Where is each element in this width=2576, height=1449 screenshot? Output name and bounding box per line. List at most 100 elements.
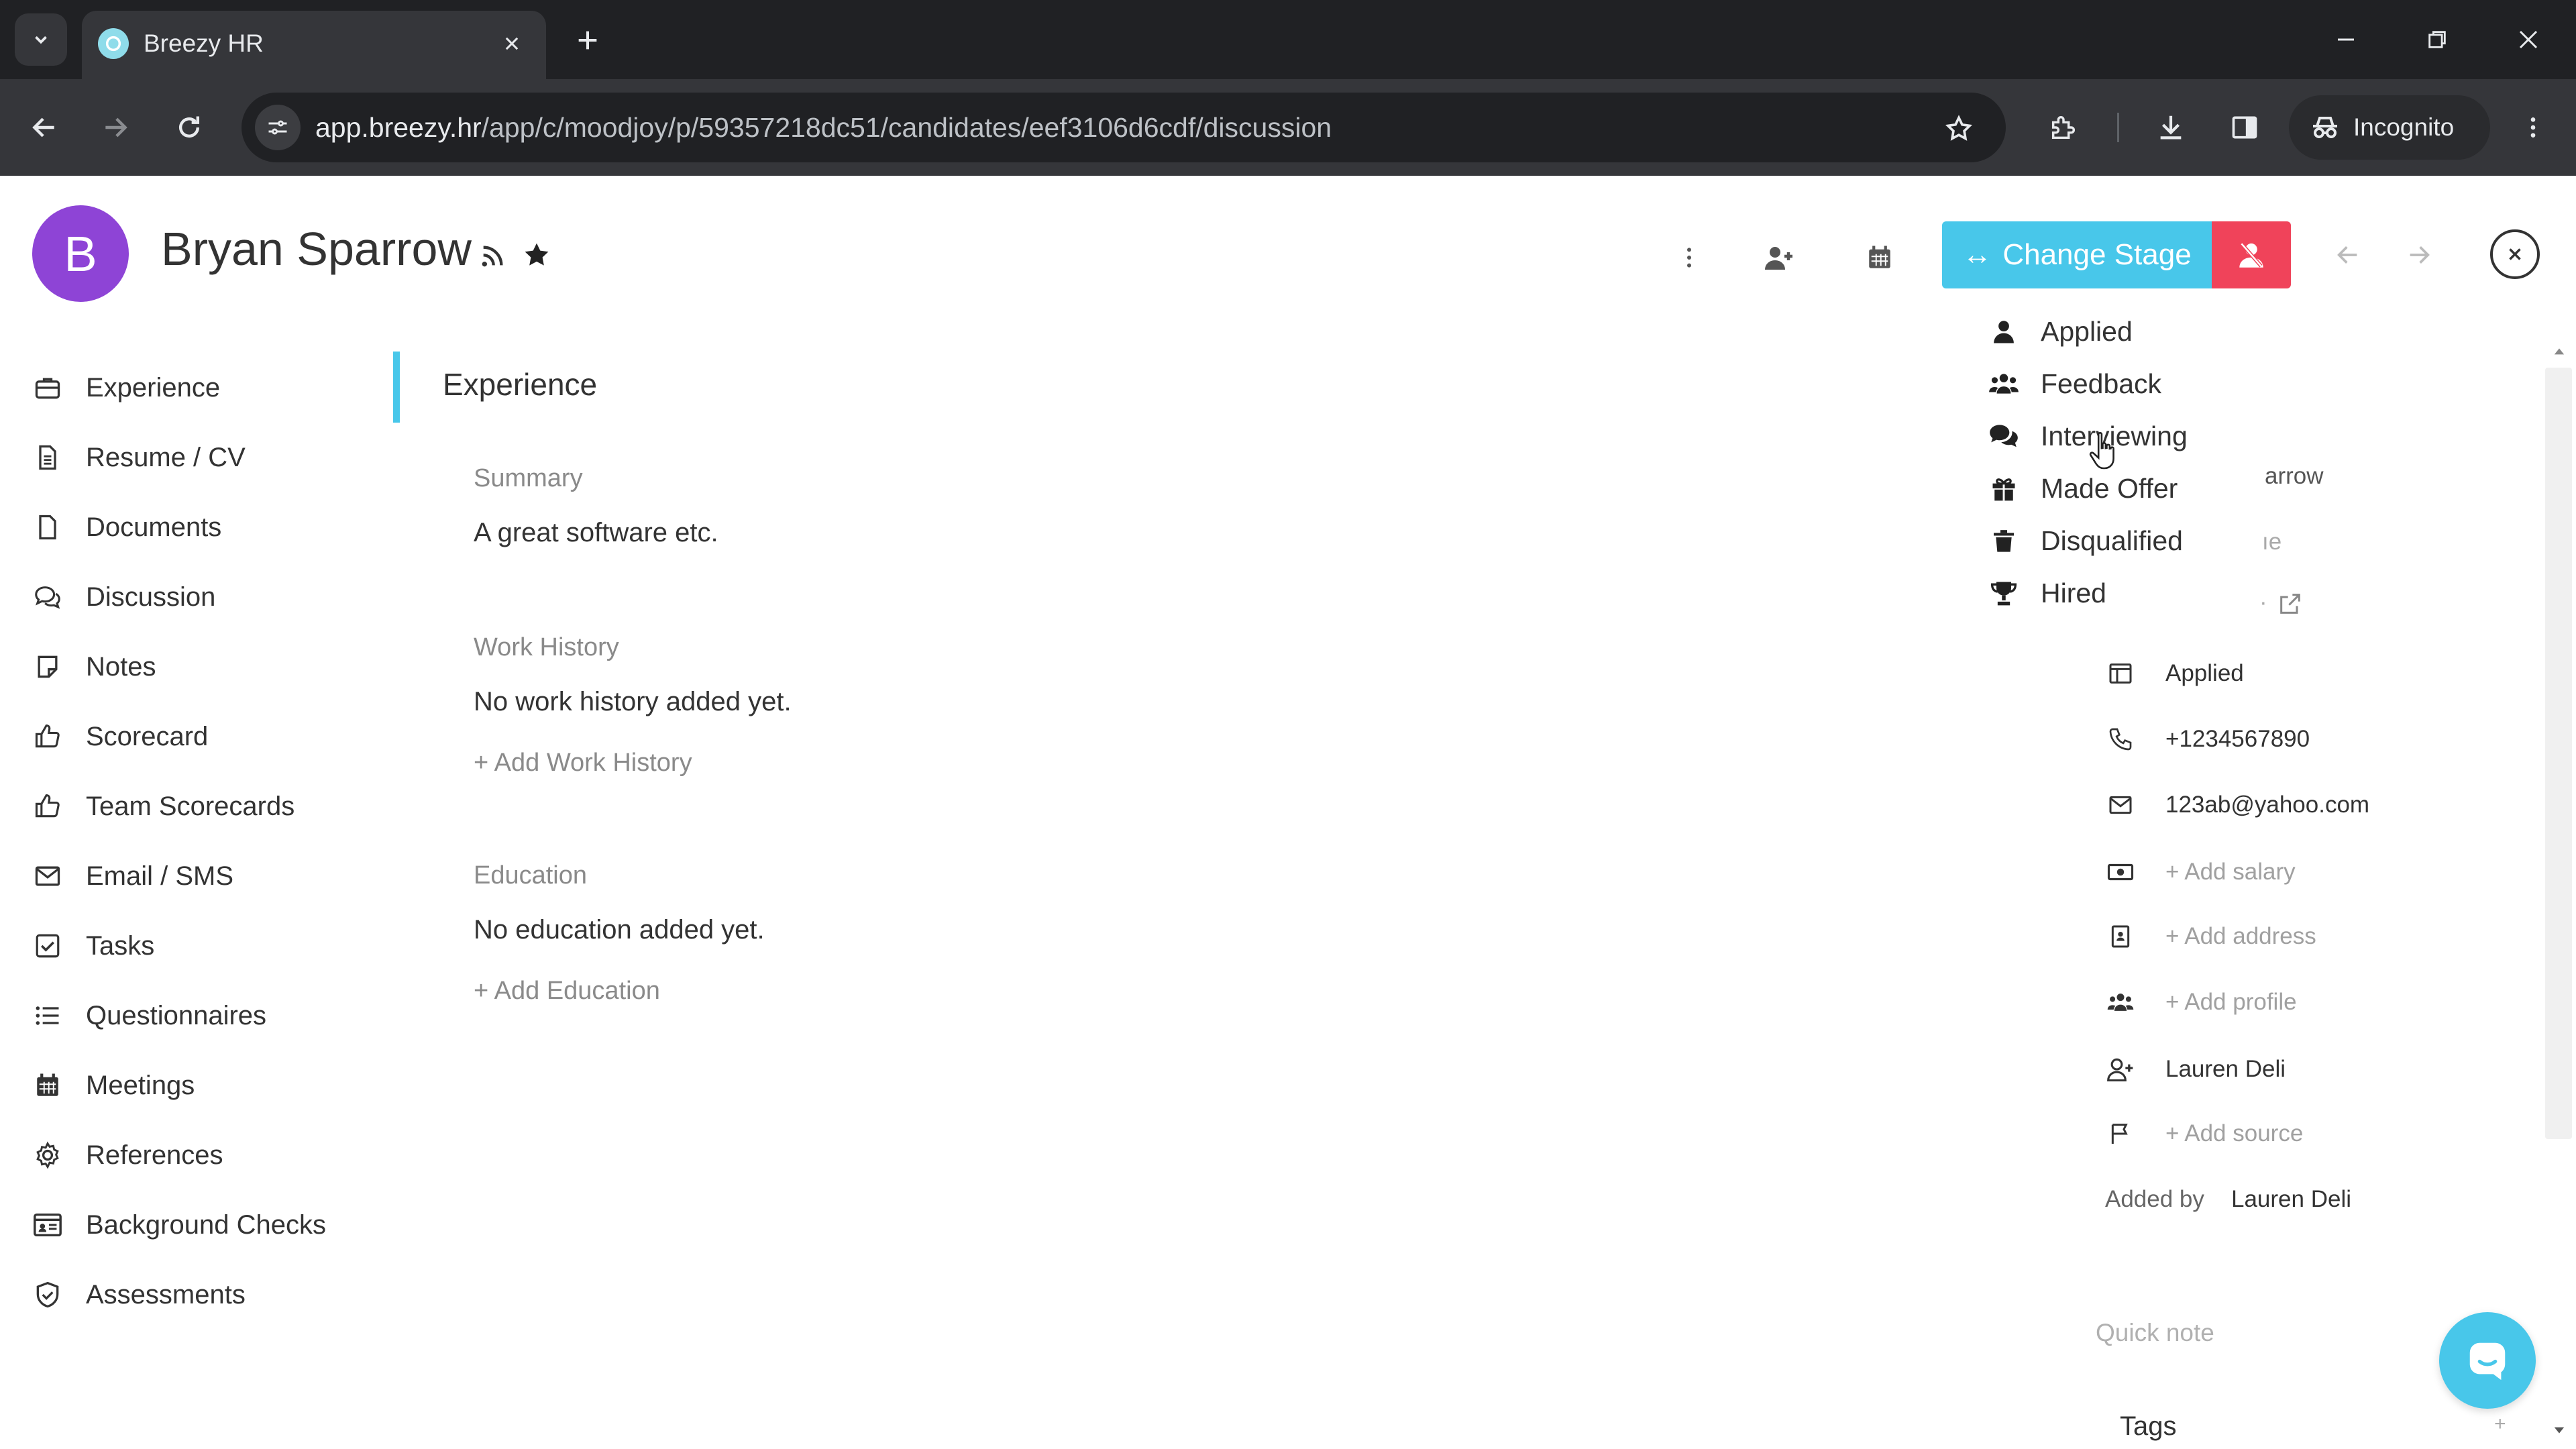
minimize-icon <box>2338 38 2354 41</box>
file-icon <box>31 511 64 544</box>
sidebar-item-experience[interactable]: Experience <box>31 361 220 415</box>
stage-option-hired[interactable]: Hired <box>1986 569 2106 617</box>
more-options-button[interactable] <box>1670 239 1708 276</box>
extensions-button[interactable] <box>2039 103 2088 152</box>
browser-tab[interactable]: Breezy HR <box>82 11 546 79</box>
sticky-note-icon <box>31 650 64 684</box>
rss-icon[interactable] <box>474 237 511 275</box>
sidebar-item-label: Background Checks <box>86 1210 326 1240</box>
info-address-row[interactable]: + Add address <box>2104 916 2316 957</box>
info-stage-row[interactable]: Applied <box>2104 653 2244 694</box>
new-tab-button[interactable] <box>568 20 608 60</box>
restore-button[interactable] <box>2414 17 2461 62</box>
reload-button[interactable] <box>165 103 213 152</box>
summary-label: Summary <box>474 464 583 492</box>
section-title: Experience <box>443 367 598 402</box>
info-email: 123ab@yahoo.com <box>2165 792 2370 818</box>
star-icon[interactable] <box>518 236 555 274</box>
forward-button[interactable] <box>91 103 140 152</box>
url-text[interactable]: app.breezy.hr/app/c/moodjoy/p/59357218dc… <box>315 111 1332 144</box>
info-profile-row[interactable]: + Add profile <box>2104 982 2297 1022</box>
info-source-row[interactable]: + Add source <box>2104 1114 2303 1154</box>
side-panel-button[interactable] <box>2220 103 2269 152</box>
scrollbar-thumb[interactable] <box>2545 368 2572 1139</box>
sidebar-item-label: Resume / CV <box>86 442 246 472</box>
browser-toolbar: app.breezy.hr/app/c/moodjoy/p/59357218dc… <box>0 79 2576 176</box>
incognito-indicator[interactable]: Incognito <box>2289 95 2490 160</box>
downloads-button[interactable] <box>2147 103 2195 152</box>
sidebar-item-label: Documents <box>86 512 222 542</box>
tab-search-button[interactable] <box>15 13 67 66</box>
summary-text[interactable]: A great software etc. <box>474 518 718 548</box>
plus-icon <box>578 31 597 50</box>
minimize-button[interactable] <box>2322 17 2369 62</box>
calendar-icon <box>1869 246 1890 268</box>
arrows-horizontal-icon: ↔ <box>1962 238 1992 271</box>
sidebar-item-background-checks[interactable]: Background Checks <box>31 1198 326 1252</box>
stage-option-disqualified[interactable]: Disqualified <box>1986 517 2183 565</box>
sidebar-item-email-sms[interactable]: Email / SMS <box>31 849 233 903</box>
info-phone: +1234567890 <box>2165 726 2310 752</box>
browser-menu-button[interactable] <box>2509 103 2557 152</box>
site-info-button[interactable] <box>255 105 301 150</box>
sidebar-item-discussion[interactable]: Discussion <box>31 570 215 624</box>
sidebar-item-label: Discussion <box>86 582 216 612</box>
partial-field-text: ıe <box>2262 529 2282 555</box>
sidebar-item-questionnaires[interactable]: Questionnaires <box>31 989 266 1042</box>
info-email-row[interactable]: 123ab@yahoo.com <box>2104 785 2369 825</box>
sidebar-item-resume[interactable]: Resume / CV <box>31 431 246 484</box>
back-button[interactable] <box>20 103 68 152</box>
sidebar-item-scorecard[interactable]: Scorecard <box>31 710 208 763</box>
sidebar-item-tasks[interactable]: Tasks <box>31 919 154 973</box>
add-education-link[interactable]: + Add Education <box>474 977 660 1006</box>
sidebar-item-team-scorecards[interactable]: Team Scorecards <box>31 780 294 833</box>
breezy-favicon-icon <box>98 28 129 59</box>
stage-option-made-offer[interactable]: Made Offer <box>1986 464 2178 513</box>
stage-option-applied[interactable]: Applied <box>1986 307 2133 356</box>
change-stage-button[interactable]: ↔ Change Stage <box>1942 221 2212 288</box>
address-bar[interactable]: app.breezy.hr/app/c/moodjoy/p/59357218dc… <box>241 93 2006 162</box>
previous-candidate-button[interactable] <box>2328 235 2368 275</box>
sidebar-item-notes[interactable]: Notes <box>31 640 156 694</box>
next-candidate-button[interactable] <box>2399 235 2439 275</box>
disqualify-button[interactable] <box>2212 221 2291 288</box>
partial-name-text: arrow <box>2265 463 2324 489</box>
info-salary-row[interactable]: + Add salary <box>2104 852 2296 892</box>
arrow-left-icon <box>32 117 54 138</box>
sidebar-item-label: Tasks <box>86 930 155 961</box>
sidebar-item-documents[interactable]: Documents <box>31 500 221 554</box>
briefcase-icon <box>31 371 64 405</box>
stage-option-label: Disqualified <box>2041 525 2183 556</box>
stage-option-label: Made Offer <box>2041 472 2178 504</box>
url-path: /app/c/moodjoy/p/59357218dc51/candidates… <box>481 112 1332 143</box>
schedule-button[interactable] <box>1861 239 1898 276</box>
sidebar-item-label: Experience <box>86 372 221 402</box>
money-icon <box>2104 855 2137 889</box>
close-candidate-button[interactable] <box>2490 229 2540 279</box>
add-work-history-link[interactable]: + Add Work History <box>474 749 692 777</box>
sidebar-item-meetings[interactable]: Meetings <box>31 1059 195 1112</box>
restore-icon <box>2428 31 2446 48</box>
tab-close-button[interactable] <box>495 27 529 60</box>
assign-user-button[interactable] <box>1760 239 1798 276</box>
bookmark-button[interactable] <box>1939 109 1979 149</box>
browser-tab-bar: Breezy HR <box>0 0 2576 79</box>
sidebar-item-label: Meetings <box>86 1070 195 1100</box>
stage-option-feedback[interactable]: Feedback <box>1986 360 2161 408</box>
sidebar-item-label: Assessments <box>86 1279 246 1309</box>
more-vertical-icon <box>1687 248 1691 268</box>
sidebar-item-assessments[interactable]: Assessments <box>31 1268 246 1322</box>
columns-icon <box>2104 657 2137 690</box>
window-close-button[interactable] <box>2505 17 2552 62</box>
sidebar-item-references[interactable]: References <box>31 1128 223 1182</box>
add-tag-button[interactable]: + <box>2494 1413 2506 1436</box>
external-link-icon[interactable] <box>2277 590 2308 621</box>
envelope-icon <box>2104 788 2137 822</box>
quick-note-input[interactable]: Quick note <box>2096 1319 2214 1347</box>
info-owner-row[interactable]: Lauren Deli <box>2104 1049 2286 1089</box>
chat-launcher-button[interactable] <box>2439 1312 2536 1409</box>
work-history-empty: No work history added yet. <box>474 687 792 716</box>
info-phone-row[interactable]: +1234567890 <box>2104 719 2310 759</box>
added-by-name[interactable]: Lauren Deli <box>2231 1186 2351 1213</box>
section-active-indicator <box>393 352 400 423</box>
